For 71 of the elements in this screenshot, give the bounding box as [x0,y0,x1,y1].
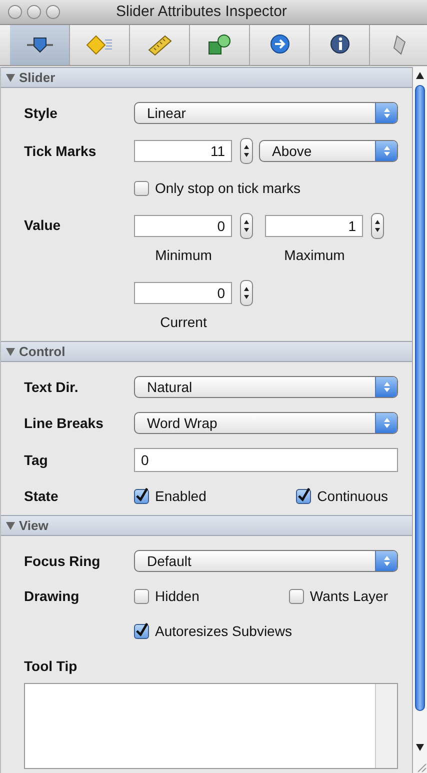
popup-button[interactable]: Word Wrap [134,412,398,434]
square-circle-icon [208,34,232,56]
stepper-arrows-icon [243,285,250,301]
ruler-icon [146,34,172,56]
number-field[interactable]: 0 [134,215,232,237]
section-header[interactable]: Control [1,341,412,362]
checkbox[interactable] [134,489,149,504]
field-caption: Minimum [155,246,213,265]
field-caption: Current [160,313,208,332]
scroll-bar[interactable] [412,67,427,773]
slider-knob-icon [26,36,54,54]
disclosure-triangle-icon[interactable] [6,73,15,82]
field-label: Tick Marks [24,142,98,160]
checkbox-label: Wants Layer [310,587,388,606]
stepper-arrows-icon [243,143,250,159]
field-label: Drawing [24,587,80,606]
section-title: Control [19,342,66,361]
checkbox[interactable] [134,624,149,639]
popup-button[interactable]: Above [259,140,398,162]
field-label: Value [24,216,62,235]
field-label: Style [24,104,58,123]
inspector-tab[interactable] [10,25,70,65]
stepper[interactable] [240,138,253,164]
stepper[interactable] [240,213,253,239]
popup-arrows-icon [375,103,397,123]
field-label: Tag [24,450,49,470]
checkbox[interactable] [296,489,312,504]
field-caption: Maximum [284,246,346,265]
info-icon [328,34,350,56]
popup-button[interactable]: Linear [134,102,398,124]
window-control-button[interactable] [46,5,60,19]
diamond-icon [86,35,114,55]
checkbox-label: Hidden [155,587,200,606]
window-title: Slider Attributes Inspector [116,2,287,22]
checkbox-label: Autoresizes Subviews [155,622,292,641]
section-header[interactable]: Slider [1,67,412,88]
field-label: State [24,487,60,506]
text-area[interactable] [24,683,398,769]
number-field[interactable]: 1 [265,215,363,237]
popup-arrows-icon [375,551,397,571]
popup-arrows-icon [375,413,397,433]
checkbox-label: Continuous [317,487,388,506]
checkbox[interactable] [288,589,304,604]
checkbox-label: Enabled [155,487,206,506]
disclosure-triangle-icon[interactable] [6,347,15,356]
number-field[interactable]: 0 [134,282,232,304]
section-title: View [19,516,48,535]
window-control-button[interactable] [8,5,22,19]
popup-button[interactable]: Default [134,550,398,572]
popup-arrows-icon [375,377,397,397]
stepper-arrows-icon [243,218,250,234]
field-label: Focus Ring [24,552,102,571]
popup-button[interactable]: Natural [134,376,398,398]
stepper-arrows-icon [374,218,381,234]
section-title: Slider [19,68,56,87]
field-label: Line Breaks [24,414,104,432]
disclosure-triangle-icon[interactable] [6,521,15,530]
arrow-circle-icon [268,34,290,56]
section-header[interactable]: View [1,515,412,536]
popup-arrows-icon [375,141,397,161]
checkbox[interactable] [134,589,149,604]
checkbox[interactable] [134,181,149,196]
number-field[interactable]: 11 [134,140,232,162]
checkbox-label: Only stop on tick marks [155,179,300,198]
stepper[interactable] [371,213,384,239]
window-control-button[interactable] [27,5,41,19]
text-field[interactable]: 0 [134,448,398,472]
scroll-thumb[interactable] [415,85,425,711]
stepper[interactable] [240,280,253,306]
field-label: Text Dir. [24,378,80,396]
field-label: Tool Tip [24,657,78,676]
